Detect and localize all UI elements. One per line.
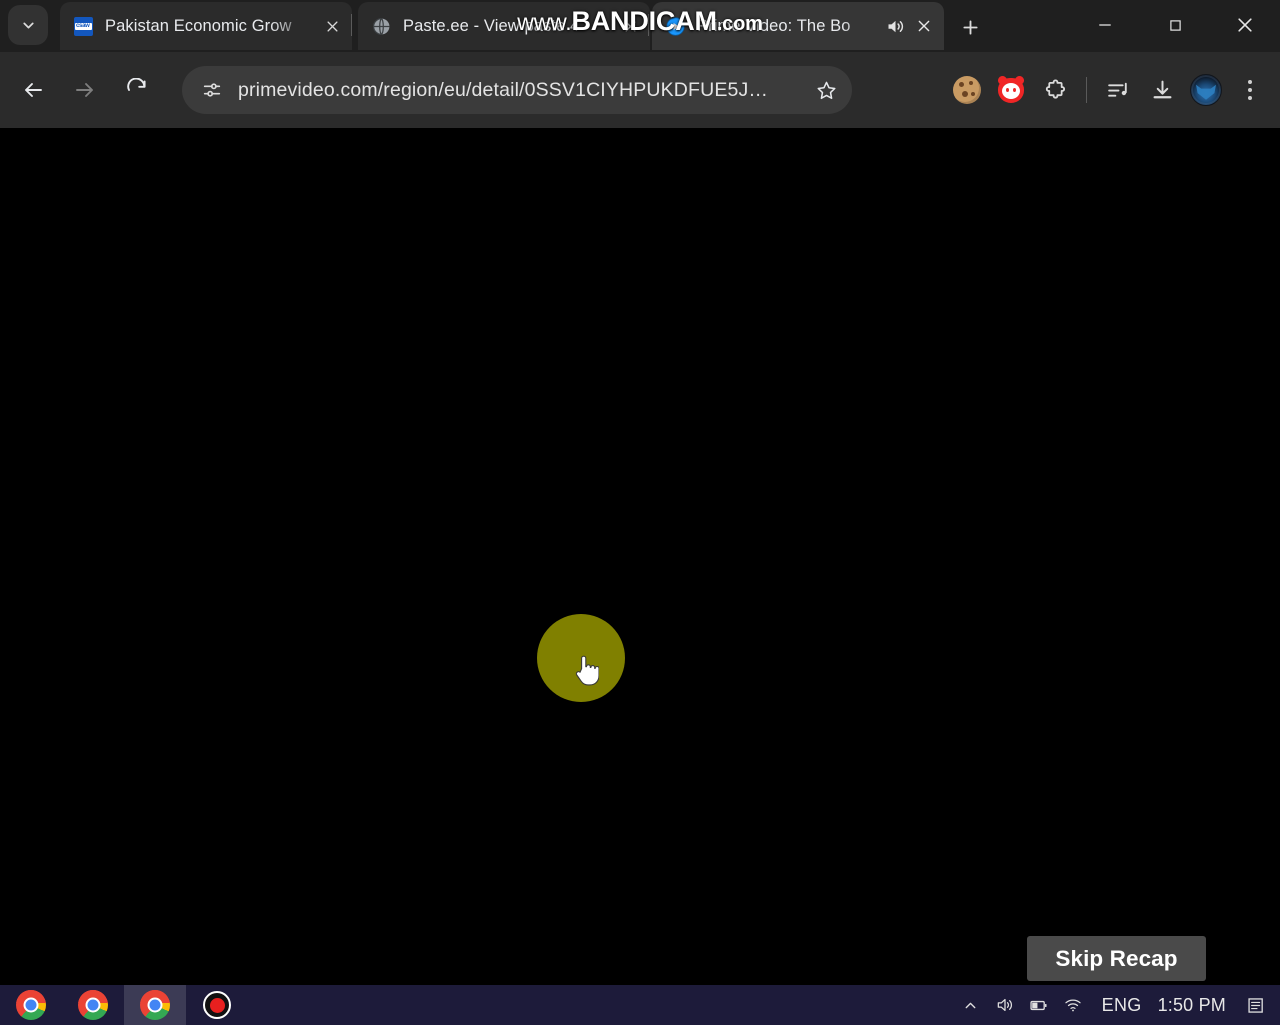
- url-text[interactable]: primevideo.com/region/eu/detail/0SSV1CIY…: [238, 79, 806, 102]
- plus-icon: [962, 19, 978, 35]
- language-indicator[interactable]: ENG: [1090, 995, 1154, 1016]
- taskbar-bandicam[interactable]: [186, 985, 248, 1025]
- star-icon: [816, 81, 836, 99]
- close-icon: [326, 20, 338, 32]
- taskbar-items: [0, 985, 248, 1025]
- cookie-extension-icon[interactable]: [945, 66, 989, 114]
- window-controls: [1070, 0, 1280, 50]
- maximize-button[interactable]: [1140, 0, 1210, 50]
- tab-audio-button[interactable]: [882, 16, 908, 37]
- chrome-icon: [16, 990, 46, 1020]
- toolbar-actions: [945, 66, 1272, 114]
- chrome-icon: [140, 990, 170, 1020]
- tab-separator: [648, 14, 649, 36]
- screen: csaw Pakistan Economic Grow Paste.ee - V…: [0, 0, 1280, 1025]
- record-icon: [203, 991, 231, 1019]
- browser-tab-prime-video[interactable]: Prime Video: The Bo: [652, 2, 944, 50]
- chevron-up-icon: [965, 1002, 976, 1008]
- cat-extension-icon[interactable]: [989, 66, 1033, 114]
- windows-taskbar: ENG 1:50 PM: [0, 985, 1280, 1025]
- tab-close-button[interactable]: [616, 12, 644, 40]
- tab-close-button[interactable]: [318, 12, 346, 40]
- maximize-icon: [1169, 19, 1181, 31]
- browser-tab-pakistan-economic-growth[interactable]: csaw Pakistan Economic Grow: [60, 2, 352, 50]
- reload-icon: [127, 78, 146, 91]
- extensions-puzzle-icon[interactable]: [1033, 66, 1077, 114]
- tab-separator: [351, 14, 352, 36]
- tray-overflow-button[interactable]: [954, 985, 988, 1025]
- browser-window: csaw Pakistan Economic Grow Paste.ee - V…: [0, 0, 1280, 128]
- back-arrow-icon: [25, 83, 42, 97]
- forward-arrow-icon: [76, 83, 93, 97]
- globe-icon: [372, 17, 391, 36]
- new-tab-button[interactable]: [952, 9, 988, 45]
- taskbar-chrome-1[interactable]: [0, 985, 62, 1025]
- battery-button[interactable]: [1022, 985, 1056, 1025]
- close-icon: [1238, 18, 1252, 32]
- media-control-icon[interactable]: [1096, 66, 1140, 114]
- forward-button[interactable]: [65, 70, 105, 110]
- speaker-icon: [888, 20, 903, 32]
- tab-strip: csaw Pakistan Economic Grow Paste.ee - V…: [0, 0, 1280, 52]
- taskbar-chrome-3[interactable]: [124, 985, 186, 1025]
- network-button[interactable]: [1056, 985, 1090, 1025]
- tab-close-button[interactable]: [910, 12, 938, 40]
- video-player-area[interactable]: Skip Recap Activate Windows Go to Settin…: [0, 128, 1280, 985]
- taskbar-clock[interactable]: 1:50 PM: [1154, 995, 1236, 1016]
- downloads-icon[interactable]: [1140, 66, 1184, 114]
- site-settings-icon[interactable]: [196, 74, 228, 106]
- chrome-menu-icon[interactable]: [1228, 66, 1272, 114]
- tab-title: Paste.ee - View paste 4: [403, 16, 580, 35]
- browser-tab-pasteee[interactable]: Paste.ee - View paste 4: [358, 2, 650, 50]
- tab-title: Pakistan Economic Grow: [105, 16, 292, 35]
- minimize-button[interactable]: [1070, 0, 1140, 50]
- back-button[interactable]: [13, 70, 53, 110]
- wifi-icon: [1065, 999, 1081, 1012]
- close-icon: [624, 20, 636, 32]
- pointer-hand-cursor: [575, 655, 599, 686]
- notification-center-button[interactable]: [1236, 985, 1276, 1025]
- taskbar-chrome-2[interactable]: [62, 985, 124, 1025]
- toolbar-divider: [1086, 77, 1087, 103]
- battery-icon: [1030, 1000, 1047, 1010]
- browser-toolbar: primevideo.com/region/eu/detail/0SSV1CIY…: [0, 52, 1280, 128]
- volume-button[interactable]: [988, 985, 1022, 1025]
- speaker-icon: [997, 998, 1012, 1012]
- chrome-icon: [78, 990, 108, 1020]
- reload-button[interactable]: [117, 70, 157, 110]
- chevron-down-icon: [22, 22, 34, 28]
- system-tray: ENG 1:50 PM: [954, 985, 1280, 1025]
- tab-search-button[interactable]: [8, 5, 48, 45]
- notification-center-icon: [1247, 997, 1263, 1013]
- address-bar[interactable]: primevideo.com/region/eu/detail/0SSV1CIY…: [182, 66, 852, 114]
- tab-title: Prime Video: The Bo: [697, 16, 851, 35]
- profile-avatar[interactable]: [1184, 66, 1228, 114]
- close-icon: [918, 20, 930, 32]
- csaw-blue-favicon: csaw: [74, 16, 93, 36]
- prime-video-icon: [666, 16, 685, 36]
- skip-recap-button[interactable]: Skip Recap: [1027, 936, 1206, 981]
- minimize-icon: [1099, 24, 1111, 26]
- bookmark-button[interactable]: [806, 70, 846, 110]
- close-window-button[interactable]: [1210, 0, 1280, 50]
